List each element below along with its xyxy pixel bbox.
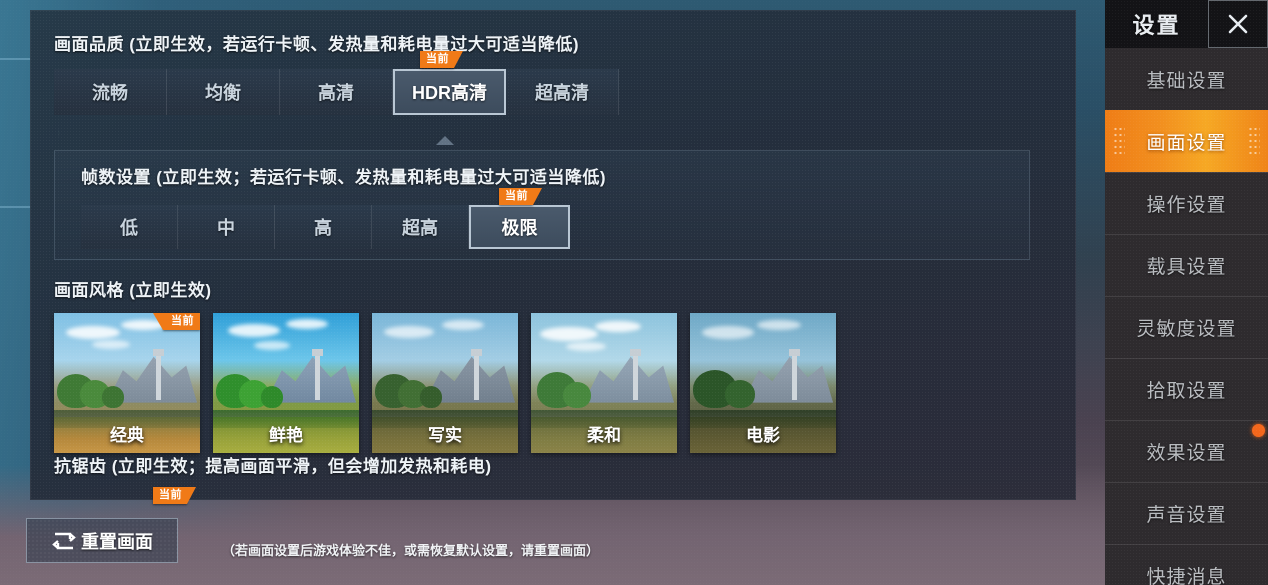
quality-option-gaoqing[interactable]: 高清: [280, 69, 393, 115]
quality-option-hdr-gaoqing[interactable]: HDR高清: [393, 69, 506, 115]
quality-option-label: 超高清: [535, 83, 589, 103]
style-option-label: 经典: [110, 426, 144, 445]
style-option-rouhe[interactable]: 柔和: [531, 313, 677, 453]
style-option-dianying[interactable]: 电影: [690, 313, 836, 453]
style-current-badge: 当前: [153, 313, 200, 330]
sidebar-header: 设置: [1105, 0, 1268, 48]
sidebar-item-basic[interactable]: 基础设置: [1105, 48, 1268, 110]
sidebar-menu: 基础设置 画面设置 操作设置 载具设置 灵敏度设置 拾取设置 效果设置 声音设置…: [1105, 48, 1268, 585]
framerate-options: 低 中 高 超高 极限 当前: [81, 188, 600, 249]
sidebar-item-label: 快捷消息: [1146, 567, 1227, 585]
quality-option-label: 流畅: [92, 83, 128, 103]
quality-option-liuchang[interactable]: 流畅: [54, 69, 167, 115]
antialias-current-badge: 当前: [153, 487, 196, 504]
reset-graphics-button[interactable]: 重置画面: [26, 518, 178, 563]
antialias-section: 抗锯齿 (立即生效；提高画面平滑，但会增加发热和耗电): [54, 452, 1054, 477]
style-option-label: 电影: [746, 426, 780, 445]
sidebar-item-sensitivity[interactable]: 灵敏度设置: [1105, 296, 1268, 358]
antialias-title: 抗锯齿 (立即生效；提高画面平滑，但会增加发热和耗电): [54, 457, 492, 476]
picture-style-section: 画面风格 (立即生效) 当前 经典 鲜艳 写实 柔和 电影: [54, 276, 1054, 453]
close-icon: [1228, 14, 1248, 34]
sidebar-item-effects[interactable]: 效果设置: [1105, 420, 1268, 482]
settings-sidebar: 设置 基础设置 画面设置 操作设置 载具设置 灵敏度设置 拾取设置 效果设置 声…: [1105, 0, 1268, 585]
sidebar-item-label: 操作设置: [1146, 195, 1227, 216]
style-option-label: 写实: [428, 426, 462, 445]
notification-dot-icon: [1252, 424, 1265, 437]
style-option-xieshi[interactable]: 写实: [372, 313, 518, 453]
sidebar-item-label: 画面设置: [1146, 132, 1227, 154]
framerate-option-label: 中: [217, 218, 235, 238]
sidebar-item-label: 载具设置: [1146, 257, 1227, 278]
style-option-xianyan[interactable]: 鲜艳: [213, 313, 359, 453]
framerate-option-label: 高: [314, 218, 332, 238]
sidebar-item-label: 拾取设置: [1146, 381, 1227, 402]
picture-quality-options: 流畅 均衡 高清 HDR高清 超高清 当前: [54, 51, 619, 115]
quality-option-label: 均衡: [205, 83, 241, 103]
frame-section-caret-icon: [436, 136, 454, 145]
sidebar-item-controls[interactable]: 操作设置: [1105, 172, 1268, 234]
framerate-option-chaogao[interactable]: 超高: [372, 205, 469, 249]
reset-hint-text: （若画面设置后游戏体验不佳，或需恢复默认设置，请重置画面）: [222, 543, 600, 558]
style-option-label: 鲜艳: [269, 426, 303, 445]
quality-option-label: 高清: [318, 83, 354, 103]
framerate-current-badge: 当前: [499, 188, 542, 205]
quality-current-badge: 当前: [420, 51, 463, 68]
framerate-option-gao[interactable]: 高: [275, 205, 372, 249]
reset-graphics-label: 重置画面: [81, 531, 153, 552]
sidebar-item-graphics[interactable]: 画面设置: [1105, 110, 1268, 172]
sidebar-item-quickchat[interactable]: 快捷消息: [1105, 544, 1268, 585]
quality-option-label: HDR高清: [412, 83, 487, 103]
picture-quality-title: 画面品质 (立即生效，若运行卡顿、发热量和耗电量过大可适当降低): [54, 35, 580, 54]
framerate-option-jixian[interactable]: 极限: [469, 205, 570, 249]
sidebar-item-label: 灵敏度设置: [1136, 319, 1237, 340]
sidebar-item-label: 效果设置: [1146, 443, 1227, 464]
framerate-option-label: 低: [120, 218, 138, 238]
sidebar-item-pickup[interactable]: 拾取设置: [1105, 358, 1268, 420]
framerate-option-label: 极限: [501, 218, 538, 238]
graphics-settings-panel: 画面品质 (立即生效，若运行卡顿、发热量和耗电量过大可适当降低) 流畅 均衡 高…: [30, 10, 1076, 500]
framerate-option-label: 超高: [402, 218, 438, 238]
style-option-label: 柔和: [587, 426, 621, 445]
sidebar-item-label: 声音设置: [1146, 505, 1227, 526]
picture-quality-section: 画面品质 (立即生效，若运行卡顿、发热量和耗电量过大可适当降低) 流畅 均衡 高…: [54, 30, 1054, 115]
picture-style-options: 当前 经典 鲜艳 写实 柔和 电影: [54, 313, 1054, 453]
reset-loop-icon: [52, 532, 76, 549]
sidebar-title: 设置: [1132, 13, 1181, 38]
sidebar-item-vehicle[interactable]: 载具设置: [1105, 234, 1268, 296]
close-button[interactable]: [1208, 0, 1268, 48]
framerate-section: 帧数设置 (立即生效；若运行卡顿、发热量和耗电量过大可适当降低) 低 中 高 超…: [54, 150, 1030, 260]
style-option-jingdian[interactable]: 当前 经典: [54, 313, 200, 453]
framerate-title: 帧数设置 (立即生效；若运行卡顿、发热量和耗电量过大可适当降低): [81, 168, 607, 187]
quality-option-chaogaoqing[interactable]: 超高清: [506, 69, 619, 115]
framerate-option-zhong[interactable]: 中: [178, 205, 275, 249]
picture-style-title: 画面风格 (立即生效): [54, 281, 212, 300]
sidebar-item-audio[interactable]: 声音设置: [1105, 482, 1268, 544]
framerate-option-di[interactable]: 低: [81, 205, 178, 249]
quality-option-junheng[interactable]: 均衡: [167, 69, 280, 115]
sidebar-item-label: 基础设置: [1146, 70, 1227, 92]
